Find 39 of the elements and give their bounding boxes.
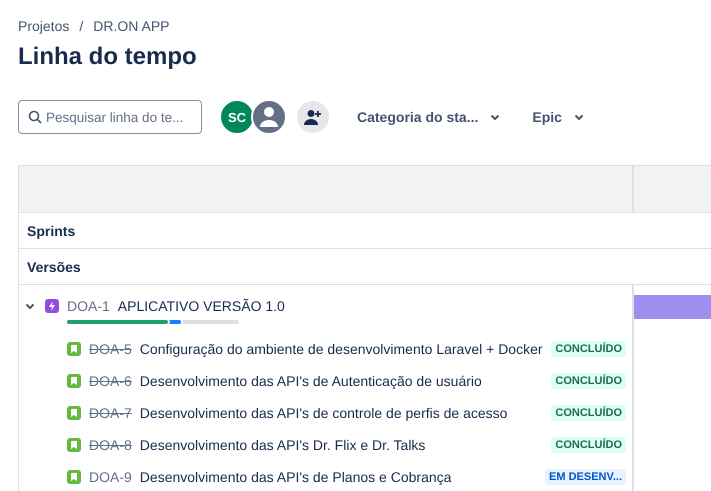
epic-title[interactable]: APLICATIVO VERSÃO 1.0 xyxy=(118,298,285,314)
bookmark-icon xyxy=(67,406,81,420)
add-person-button[interactable] xyxy=(297,101,329,133)
search-icon xyxy=(28,110,42,124)
person-icon xyxy=(259,106,279,128)
status-lozenge[interactable]: CONCLUÍDO xyxy=(551,405,626,421)
status-lozenge[interactable]: CONCLUÍDO xyxy=(551,373,626,389)
add-person-icon xyxy=(304,109,322,125)
status-lozenge[interactable]: CONCLUÍDO xyxy=(551,437,626,453)
status-lozenge[interactable]: CONCLUÍDO xyxy=(551,341,626,357)
issue-key[interactable]: DOA-7 xyxy=(89,405,132,421)
chevron-down-icon xyxy=(574,114,584,120)
issue-key[interactable]: DOA-5 xyxy=(89,341,132,357)
issue-title[interactable]: Configuração do ambiente de desenvolvimento Laravel + Docker xyxy=(140,341,543,357)
issue-title[interactable]: Desenvolvimento das API's Dr. Flix e Dr. Talks xyxy=(140,437,426,453)
issue-key[interactable]: DOA-9 xyxy=(89,469,132,485)
epic-key[interactable]: DOA-1 xyxy=(67,298,110,314)
filter-dropdown[interactable]: Epic xyxy=(528,103,588,131)
status-lozenge[interactable]: EM DESENV... xyxy=(545,469,626,485)
filter-dropdown[interactable]: Categoria do sta... xyxy=(353,103,504,131)
breadcrumb-separator: / xyxy=(79,18,84,34)
issue-key[interactable]: DOA-6 xyxy=(89,373,132,389)
chevron-down-icon xyxy=(490,114,500,120)
section-row[interactable]: Sprints xyxy=(19,213,634,249)
user-avatar[interactable]: SC xyxy=(219,99,255,135)
issue-title[interactable]: Desenvolvimento das API's de Planos e Cobrança xyxy=(140,469,452,485)
issue-title[interactable]: Desenvolvimento das API's de controle de perfis de acesso xyxy=(140,405,508,421)
bookmark-icon xyxy=(67,342,81,356)
bookmark-icon xyxy=(67,470,81,484)
bookmark-icon xyxy=(67,438,81,452)
issue-title[interactable]: Desenvolvimento das API's de Autenticação de usuário xyxy=(140,373,482,389)
section-row[interactable]: Versões xyxy=(19,249,634,285)
breadcrumb-link[interactable]: Projetos xyxy=(18,18,70,34)
search-field[interactable]: Pesquisar linha do te... xyxy=(18,100,202,134)
page-title: Linha do tempo xyxy=(18,42,198,72)
breadcrumb-link[interactable]: DR.ON APP xyxy=(93,18,170,34)
lightning-icon xyxy=(45,299,59,313)
issue-key[interactable]: DOA-8 xyxy=(89,437,132,453)
bookmark-icon xyxy=(67,374,81,388)
